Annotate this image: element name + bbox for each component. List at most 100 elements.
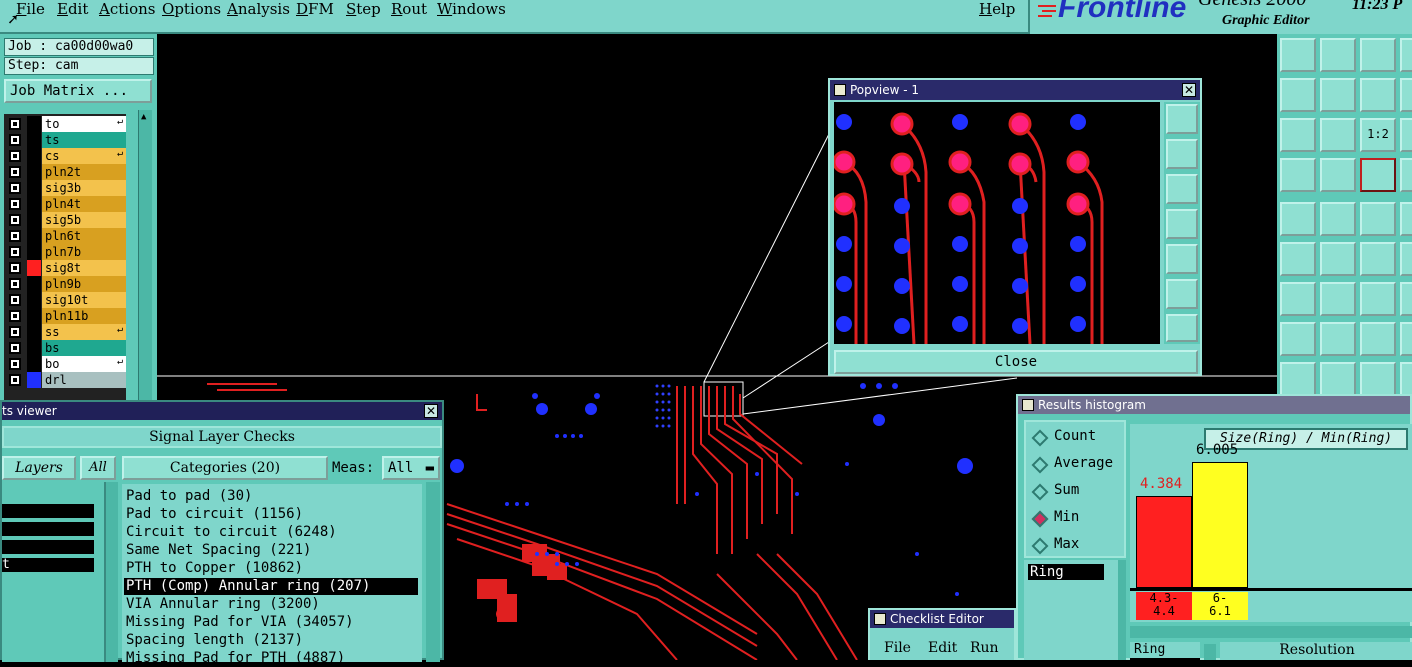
layer-name[interactable]: sig3b [42, 180, 126, 196]
layer-color-swatch[interactable] [27, 228, 41, 244]
layer-name[interactable]: ts [42, 132, 126, 148]
menu-windows[interactable]: Windows [437, 0, 506, 18]
layer-name[interactable]: bs [42, 340, 126, 356]
connect-pads-icon[interactable] [1280, 242, 1316, 276]
layer-name[interactable]: cs [42, 148, 126, 164]
layer-row[interactable]: bs [4, 340, 126, 356]
layer-name[interactable]: pln9b [42, 276, 126, 292]
layer-name[interactable]: pln11b [42, 308, 126, 324]
layer-name[interactable]: sig5b [42, 212, 126, 228]
layer-color-swatch[interactable] [27, 196, 41, 212]
layer-color-swatch[interactable] [27, 116, 41, 132]
zoom-in-icon[interactable] [1280, 118, 1316, 152]
layer-color-swatch[interactable] [27, 212, 41, 228]
category-item[interactable]: Circuit to circuit (6248) [124, 524, 418, 541]
checklist-menu-file[interactable]: File [884, 640, 911, 656]
triangle-icon[interactable] [1280, 362, 1316, 396]
close-icon[interactable]: ✕ [1182, 83, 1196, 97]
popview-zoom-out-icon[interactable] [1166, 314, 1198, 342]
layer-name[interactable]: bo [42, 356, 126, 372]
layer-row[interactable]: sig3b [4, 180, 126, 196]
mode-average-radio[interactable] [1031, 456, 1049, 474]
pad-corner-icon[interactable] [1280, 322, 1316, 356]
layer-name[interactable]: pln4t [42, 196, 126, 212]
cross-icon[interactable] [1320, 242, 1356, 276]
layer-visibility-checkbox[interactable] [9, 230, 21, 242]
home-icon[interactable] [1360, 38, 1396, 72]
tool-icon[interactable] [1400, 322, 1412, 356]
layer-visibility-checkbox[interactable] [9, 214, 21, 226]
layers-button[interactable]: Layers [2, 456, 76, 480]
diagonal-line-icon[interactable] [1320, 282, 1356, 316]
arc-icon[interactable] [1360, 282, 1396, 316]
category-item[interactable]: PTH to Copper (10862) [124, 560, 418, 577]
category-item[interactable]: Pad to circuit (1156) [124, 506, 418, 523]
menu-step[interactable]: Step [346, 0, 381, 18]
layer-row[interactable]: bo ↵ [4, 356, 126, 372]
layer-color-swatch[interactable] [27, 372, 41, 388]
layers-scrollbar[interactable] [106, 482, 118, 662]
pan-left-icon[interactable] [1280, 78, 1316, 112]
layer-visibility-checkbox[interactable] [9, 326, 21, 338]
horizontal-line-icon[interactable] [1320, 322, 1356, 356]
mode-min-radio[interactable] [1031, 510, 1049, 528]
window-menu-icon[interactable] [874, 613, 886, 625]
category-item[interactable]: PTH (Comp) Annular ring (207) [124, 578, 418, 595]
meas-select[interactable]: All ▬ [382, 456, 440, 480]
layer-list-scrollbar[interactable]: ▲ [138, 110, 152, 400]
tool-icon[interactable] [1400, 38, 1412, 72]
histogram-bar[interactable] [1136, 496, 1192, 588]
menu-help[interactable]: Help [979, 0, 1015, 18]
layer-list-item[interactable] [2, 522, 94, 536]
layer-visibility-checkbox[interactable] [9, 262, 21, 274]
mode-count-radio[interactable] [1031, 429, 1049, 447]
popview-pan-down-icon[interactable] [1166, 174, 1198, 204]
grid-icon[interactable] [1320, 158, 1356, 192]
measure-icon[interactable] [1280, 158, 1316, 192]
layer-name[interactable]: to [42, 116, 126, 132]
layer-color-swatch[interactable] [27, 356, 41, 372]
layer-visibility-checkbox[interactable] [9, 374, 21, 386]
layer-visibility-checkbox[interactable] [9, 278, 21, 290]
layer-color-swatch[interactable] [27, 276, 41, 292]
menu-actions[interactable]: Actions [99, 0, 155, 18]
popview-zoom-fit-icon[interactable] [1166, 104, 1198, 134]
layer-color-swatch[interactable] [27, 324, 41, 340]
tool-icon[interactable] [1400, 282, 1412, 316]
menu-file[interactable]: File [16, 0, 45, 18]
layer-visibility-checkbox[interactable] [9, 342, 21, 354]
layer-name[interactable]: drl [42, 372, 126, 388]
tool-icon[interactable] [1400, 362, 1412, 396]
histogram-bottom-scrollbar[interactable] [1204, 644, 1216, 660]
layer-row[interactable]: pln7b [4, 244, 126, 260]
window-menu-icon[interactable] [834, 84, 846, 96]
zoom-out-icon[interactable] [1320, 118, 1356, 152]
histogram-titlebar[interactable]: Results histogram [1018, 396, 1410, 414]
layer-row[interactable]: sig5b [4, 212, 126, 228]
layer-name[interactable]: pln2t [42, 164, 126, 180]
layer-name[interactable]: sig8t [42, 260, 126, 276]
close-icon[interactable]: ✕ [424, 404, 438, 418]
mode-max-radio[interactable] [1031, 537, 1049, 555]
histogram-hscrollbar[interactable] [1130, 626, 1412, 638]
popview-close-button[interactable]: Close [834, 350, 1198, 374]
tool-icon[interactable] [1400, 118, 1412, 152]
layer-row[interactable]: ss ↵ [4, 324, 126, 340]
pan-right-icon[interactable] [1320, 78, 1356, 112]
histogram-bar[interactable] [1192, 462, 1248, 588]
pan-down-icon[interactable] [1320, 38, 1356, 72]
zoom-one-to-two-icon[interactable]: 1:2 [1360, 118, 1396, 152]
pan-up-icon[interactable] [1280, 38, 1316, 72]
histogram-attr-scrollbar[interactable] [1118, 560, 1126, 660]
layer-color-swatch[interactable] [27, 244, 41, 260]
layer-color-swatch[interactable] [27, 340, 41, 356]
window-menu-icon[interactable] [1022, 399, 1034, 411]
histogram-attr-item[interactable]: Ring [1028, 564, 1104, 580]
layer-row[interactable]: pln4t [4, 196, 126, 212]
layer-name[interactable]: sig10t [42, 292, 126, 308]
popview-pan-right-icon[interactable] [1166, 244, 1198, 274]
layer-list-item[interactable] [2, 504, 94, 518]
layer-color-swatch[interactable] [27, 260, 41, 276]
layer-row[interactable]: drl [4, 372, 126, 388]
pad-line-icon[interactable] [1360, 242, 1396, 276]
